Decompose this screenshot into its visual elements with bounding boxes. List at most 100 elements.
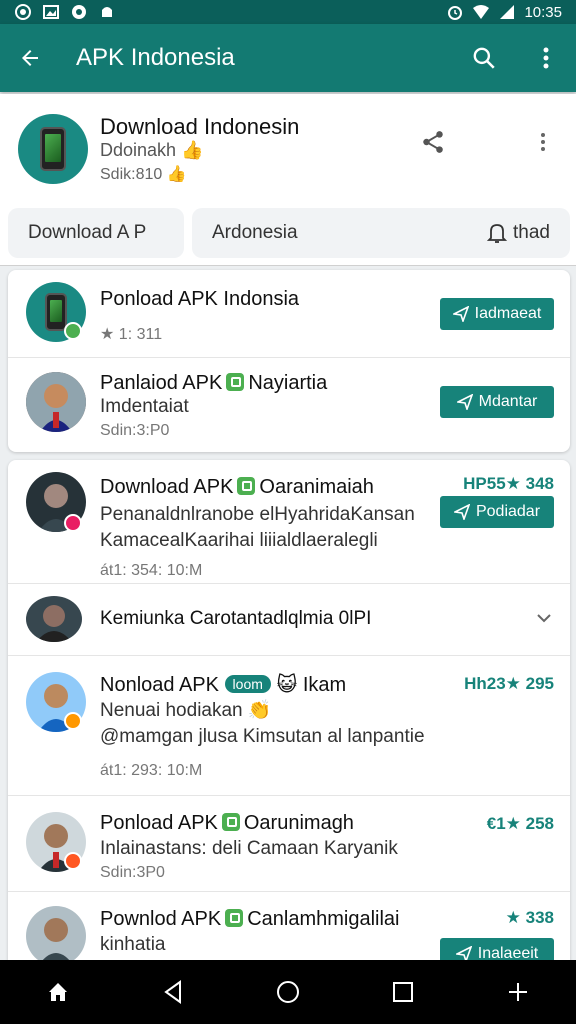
status-badge <box>64 852 82 870</box>
tab-download[interactable]: Download A P <box>8 208 184 258</box>
home-icon <box>48 983 67 1001</box>
app-header-card: Download Indonesin Ddoinakh 👍 Sdik:810 👍… <box>0 94 576 266</box>
item-title: Nonload APK loom 😺 Ikam <box>100 674 347 696</box>
crosshair-icon <box>509 983 528 1001</box>
verified-icon <box>221 813 240 831</box>
item-title: Panlaiod APK Nayiartia <box>100 372 328 394</box>
app-notification-icon <box>72 5 86 19</box>
item-meta: Sdin:3:P0 <box>100 422 170 439</box>
item-title: Download APK Oaranimaiah <box>100 476 374 498</box>
avatar <box>26 906 86 966</box>
rating: ★ 338 <box>505 908 554 927</box>
list-item[interactable]: Ponload APK Oarunimagh Inlainastans: deli… <box>8 796 570 892</box>
back-button[interactable] <box>14 42 46 74</box>
item-line: Imdentaiat <box>100 396 189 417</box>
signal-icon <box>500 5 515 19</box>
send-icon <box>453 504 470 520</box>
share-button[interactable] <box>420 129 446 160</box>
tab-download-label: Download A P <box>28 222 147 243</box>
alarm-icon <box>448 6 463 20</box>
header-stats: Sdik:810 👍 <box>100 166 187 183</box>
chevron-down-icon <box>537 614 551 623</box>
featured-card: Ponload APK Indonsia ★ 1: 311 Iadmaeat P… <box>8 270 570 452</box>
send-icon <box>452 306 469 322</box>
header-subtitle: Ddoinakh 👍 <box>100 140 204 160</box>
tab-row: Download A P Ardonesia thad <box>8 208 570 258</box>
item-meta: ★ 1: 311 <box>100 326 163 343</box>
tab-indonesia-right-label: thad <box>513 222 550 243</box>
list-item[interactable]: Ponload APK Indonsia ★ 1: 311 Iadmaeat <box>8 270 570 358</box>
status-badge <box>64 322 82 340</box>
item-title: Ponload APK Oarunimagh <box>100 812 354 834</box>
share-icon <box>423 131 443 153</box>
tag-badge: loom <box>224 675 271 693</box>
download-button-label: Iadmaeat <box>474 305 542 322</box>
verified-icon <box>237 477 256 495</box>
item-line: Nenuai hodiakan 👏 <box>100 700 272 721</box>
download-button[interactable]: Iadmaeat <box>440 298 554 330</box>
tab-indonesia[interactable]: Ardonesia thad <box>192 208 570 258</box>
wifi-icon <box>473 5 490 19</box>
overflow-menu-button[interactable] <box>530 42 562 74</box>
rating: €1★ 258 <box>486 814 554 833</box>
item-line: Penanaldnlranobe elHyahridaKansan <box>100 504 415 525</box>
triangle-back-icon <box>164 980 181 1004</box>
back-arrow-icon <box>22 50 38 66</box>
item-meta: Sdin:3P0 <box>100 864 165 881</box>
circle-home-icon <box>276 981 299 1003</box>
expand-button[interactable] <box>536 610 552 631</box>
list-item[interactable]: Pownlod APK Canlamhmigalilai kinhatia ★ 3… <box>8 892 570 970</box>
item-title: Ponload APK Indonsia <box>100 288 300 310</box>
bell-icon <box>487 224 508 243</box>
item-line: KamacealKaarihai liiialdlaeralegli <box>100 530 378 551</box>
more-vert-icon <box>541 133 545 151</box>
rating: HP55★ 348 <box>463 474 554 493</box>
status-bar: 10:35 <box>0 0 576 24</box>
item-title: Kemiunka Carotantadlqlmia 0lPI <box>100 608 372 629</box>
search-button[interactable] <box>468 42 500 74</box>
send-icon <box>456 394 473 410</box>
header-more-button[interactable] <box>540 132 546 157</box>
download-button-label: Mdantar <box>478 393 538 410</box>
item-line: Inlainastans: deli Camaan Karyanik <box>100 838 398 859</box>
android-icon <box>102 7 112 17</box>
app-list-card: Download APK Oaranimaiah Penanaldnlranobe… <box>8 460 570 970</box>
list-item[interactable]: Download APK Oaranimaiah Penanaldnlranobe… <box>8 460 570 584</box>
home-nav-button[interactable] <box>38 972 78 1012</box>
verified-icon <box>226 373 245 391</box>
more-vert-icon <box>543 47 549 69</box>
home-circle-button[interactable] <box>268 972 308 1012</box>
item-meta: át1: 354: 10:M <box>100 562 203 579</box>
system-nav-bar <box>0 960 576 1024</box>
accessibility-nav-button[interactable] <box>498 972 538 1012</box>
expandable-row[interactable]: Kemiunka Carotantadlqlmia 0lPI <box>8 584 570 656</box>
item-line: kinhatia <box>100 934 166 955</box>
avatar <box>26 372 86 432</box>
search-icon <box>473 47 495 69</box>
item-title: Pownlod APK Canlamhmigalilai <box>100 908 400 930</box>
rating: Hh23★ 295 <box>464 674 554 693</box>
download-button[interactable]: Mdantar <box>440 386 554 418</box>
item-meta: át1: 293: 10:M <box>100 762 203 779</box>
list-item[interactable]: Panlaiod APK Nayiartia Imdentaiat Sdin:3:… <box>8 358 570 452</box>
tab-indonesia-label: Ardonesia <box>212 222 298 243</box>
phone-icon <box>45 293 67 331</box>
item-line: @mamgan jlusa Kimsutan al lanpantie <box>100 726 425 747</box>
square-recents-icon <box>393 982 414 1002</box>
header-title: Download Indonesin <box>100 114 300 139</box>
download-button[interactable]: Podiadar <box>440 496 554 528</box>
download-button-label: Podiadar <box>475 503 541 520</box>
list-item[interactable]: Nonload APK loom 😺 Ikam Nenuai hodiakan … <box>8 656 570 796</box>
app-icon <box>18 114 88 184</box>
phone-icon <box>40 127 66 171</box>
status-badge <box>64 514 82 532</box>
recents-nav-button[interactable] <box>383 972 423 1012</box>
verified-icon <box>225 909 244 927</box>
avatar <box>26 596 82 642</box>
back-nav-button[interactable] <box>153 972 193 1012</box>
app-bar: APK Indonesia <box>0 24 576 92</box>
notification-icon <box>15 4 31 20</box>
image-icon <box>43 5 59 19</box>
status-badge <box>64 712 82 730</box>
app-bar-title: APK Indonesia <box>76 44 235 71</box>
